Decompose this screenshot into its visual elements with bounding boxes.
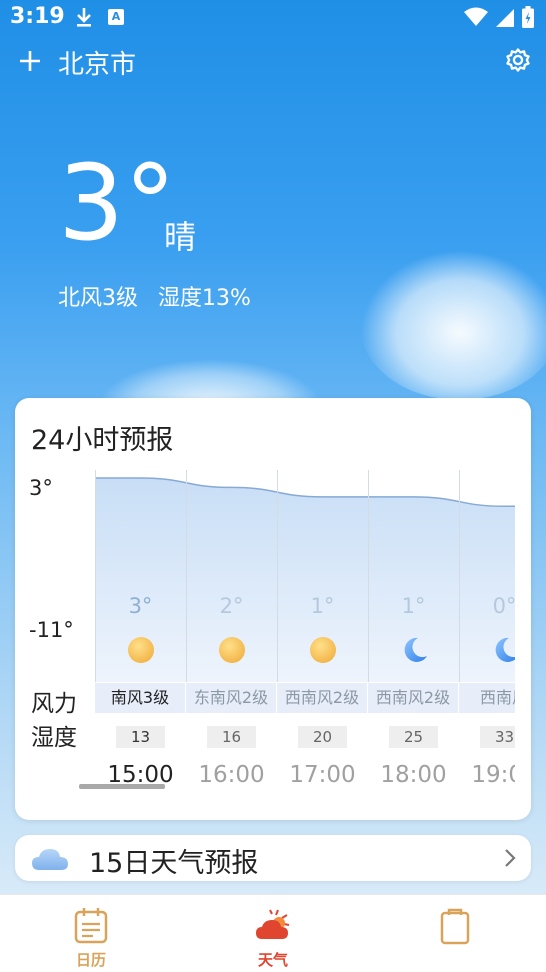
calendar-icon bbox=[74, 908, 108, 944]
hour-column[interactable]: 3° 南风3级 13 15:00 bbox=[95, 470, 186, 810]
hour-temp: 2° bbox=[219, 594, 244, 618]
background-cloud bbox=[360, 250, 546, 400]
nav-item-clipboard[interactable] bbox=[385, 905, 525, 949]
sun-icon bbox=[128, 637, 154, 663]
weather-icon bbox=[256, 909, 290, 939]
sun-icon bbox=[310, 637, 336, 663]
signal-icon bbox=[496, 9, 514, 27]
hour-temp: 0° bbox=[492, 594, 515, 618]
hour-temp: 1° bbox=[310, 594, 335, 618]
hour-humidity: 25 bbox=[389, 726, 438, 748]
hour-time: 19:00 bbox=[471, 762, 515, 788]
status-bar: 3:19 A bbox=[0, 0, 546, 36]
hour-temp: 1° bbox=[401, 594, 426, 618]
wifi-icon bbox=[464, 7, 488, 26]
battery-icon bbox=[522, 6, 534, 28]
hour-wind: 西南风 bbox=[459, 683, 515, 713]
temp-max-label: 3° bbox=[29, 476, 53, 500]
current-wind: 北风3级 bbox=[58, 286, 138, 311]
hour-time: 18:00 bbox=[380, 762, 447, 788]
cloud-icon bbox=[32, 849, 68, 870]
current-temperature: 3° bbox=[58, 142, 177, 264]
forecast-15day-button[interactable]: 15日天气预报 bbox=[15, 835, 531, 881]
clipboard-icon bbox=[440, 908, 470, 945]
city-name[interactable]: 北京市 bbox=[58, 44, 136, 81]
sun-icon bbox=[219, 637, 245, 663]
moon-icon bbox=[495, 637, 515, 662]
hour-wind: 西南风2级 bbox=[368, 683, 459, 713]
nav-label-weather: 天气 bbox=[257, 951, 288, 969]
hour-temp: 3° bbox=[128, 594, 153, 618]
hour-time: 16:00 bbox=[198, 762, 265, 788]
hour-humidity: 33 bbox=[480, 726, 515, 748]
hour-column[interactable]: 1° 西南风2级 25 18:00 bbox=[368, 470, 459, 810]
nav-item-weather[interactable]: 天气 bbox=[203, 905, 343, 970]
nav-item-calendar[interactable]: 日历 bbox=[21, 905, 161, 970]
plus-icon bbox=[20, 51, 40, 71]
hourly-forecast-card: 24小时预报 3° -11° 风力 湿度 3° 南风3级 13 15:00 2° 东南风2… bbox=[15, 398, 531, 820]
forecast-15day-label: 15日天气预报 bbox=[89, 848, 259, 879]
download-icon bbox=[77, 8, 91, 27]
hourly-scroll[interactable]: 3° 南风3级 13 15:00 2° 东南风2级 16 16:00 1° 西南风2级 20 17:0… bbox=[95, 470, 515, 810]
chevron-right-icon bbox=[505, 849, 516, 867]
humidity-row-label: 湿度 bbox=[31, 725, 77, 751]
current-condition: 晴 bbox=[164, 218, 197, 256]
card-title: 24小时预报 bbox=[31, 425, 174, 456]
hour-column[interactable]: 1° 西南风2级 20 17:00 bbox=[277, 470, 368, 810]
top-bar: 北京市 bbox=[0, 40, 546, 84]
hour-column[interactable]: 0° 西南风 33 19:00 bbox=[459, 470, 515, 810]
hour-time: 17:00 bbox=[289, 762, 356, 788]
hour-wind: 东南风2级 bbox=[186, 683, 277, 713]
hour-wind: 南风3级 bbox=[95, 683, 186, 713]
wind-row-label: 风力 bbox=[31, 691, 77, 717]
gear-icon[interactable] bbox=[504, 46, 532, 74]
current-details: 北风3级 湿度13% bbox=[58, 280, 251, 312]
temp-min-label: -11° bbox=[29, 618, 74, 642]
nav-label-calendar: 日历 bbox=[75, 951, 106, 969]
scroll-indicator bbox=[79, 784, 165, 789]
add-city-button[interactable] bbox=[16, 42, 44, 78]
moon-icon bbox=[404, 637, 427, 662]
hour-humidity: 16 bbox=[207, 726, 256, 748]
app-notification-icon: A bbox=[108, 9, 124, 25]
hour-wind: 西南风2级 bbox=[277, 683, 368, 713]
hour-column[interactable]: 2° 东南风2级 16 16:00 bbox=[186, 470, 277, 810]
current-humidity: 湿度13% bbox=[158, 286, 251, 311]
hour-humidity: 20 bbox=[298, 726, 347, 748]
hour-humidity: 13 bbox=[116, 726, 165, 748]
status-time: 3:19 bbox=[10, 4, 65, 29]
bottom-nav: 日历 天气 bbox=[0, 894, 546, 972]
